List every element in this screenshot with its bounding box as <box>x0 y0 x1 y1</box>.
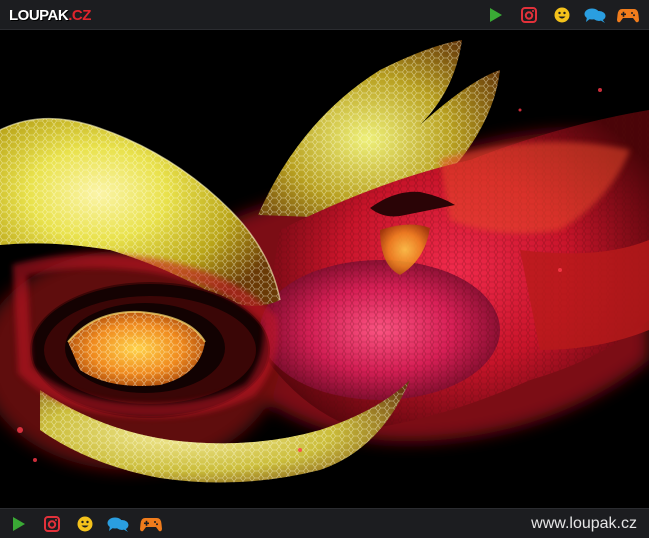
bottom-bar: www.loupak.cz <box>0 508 649 538</box>
footer-icons <box>8 513 173 535</box>
header-icons <box>474 4 639 26</box>
logo-tld: CZ <box>71 6 92 24</box>
loupak-logo[interactable]: LOUPAK. CZ <box>9 5 91 25</box>
gamepad-icon[interactable] <box>140 513 162 535</box>
logo-main: LOUPAK <box>9 6 69 24</box>
play-icon[interactable] <box>8 513 30 535</box>
smiley-icon[interactable] <box>551 4 573 26</box>
site-url[interactable]: www.loupak.cz <box>531 515 637 533</box>
instagram-icon[interactable] <box>41 513 63 535</box>
play-icon[interactable] <box>485 4 507 26</box>
chat-icon[interactable] <box>584 4 606 26</box>
smiley-icon[interactable] <box>74 513 96 535</box>
main-photo <box>0 30 649 508</box>
top-bar: LOUPAK. CZ <box>0 0 649 30</box>
instagram-icon[interactable] <box>518 4 540 26</box>
chat-icon[interactable] <box>107 513 129 535</box>
gamepad-icon[interactable] <box>617 4 639 26</box>
